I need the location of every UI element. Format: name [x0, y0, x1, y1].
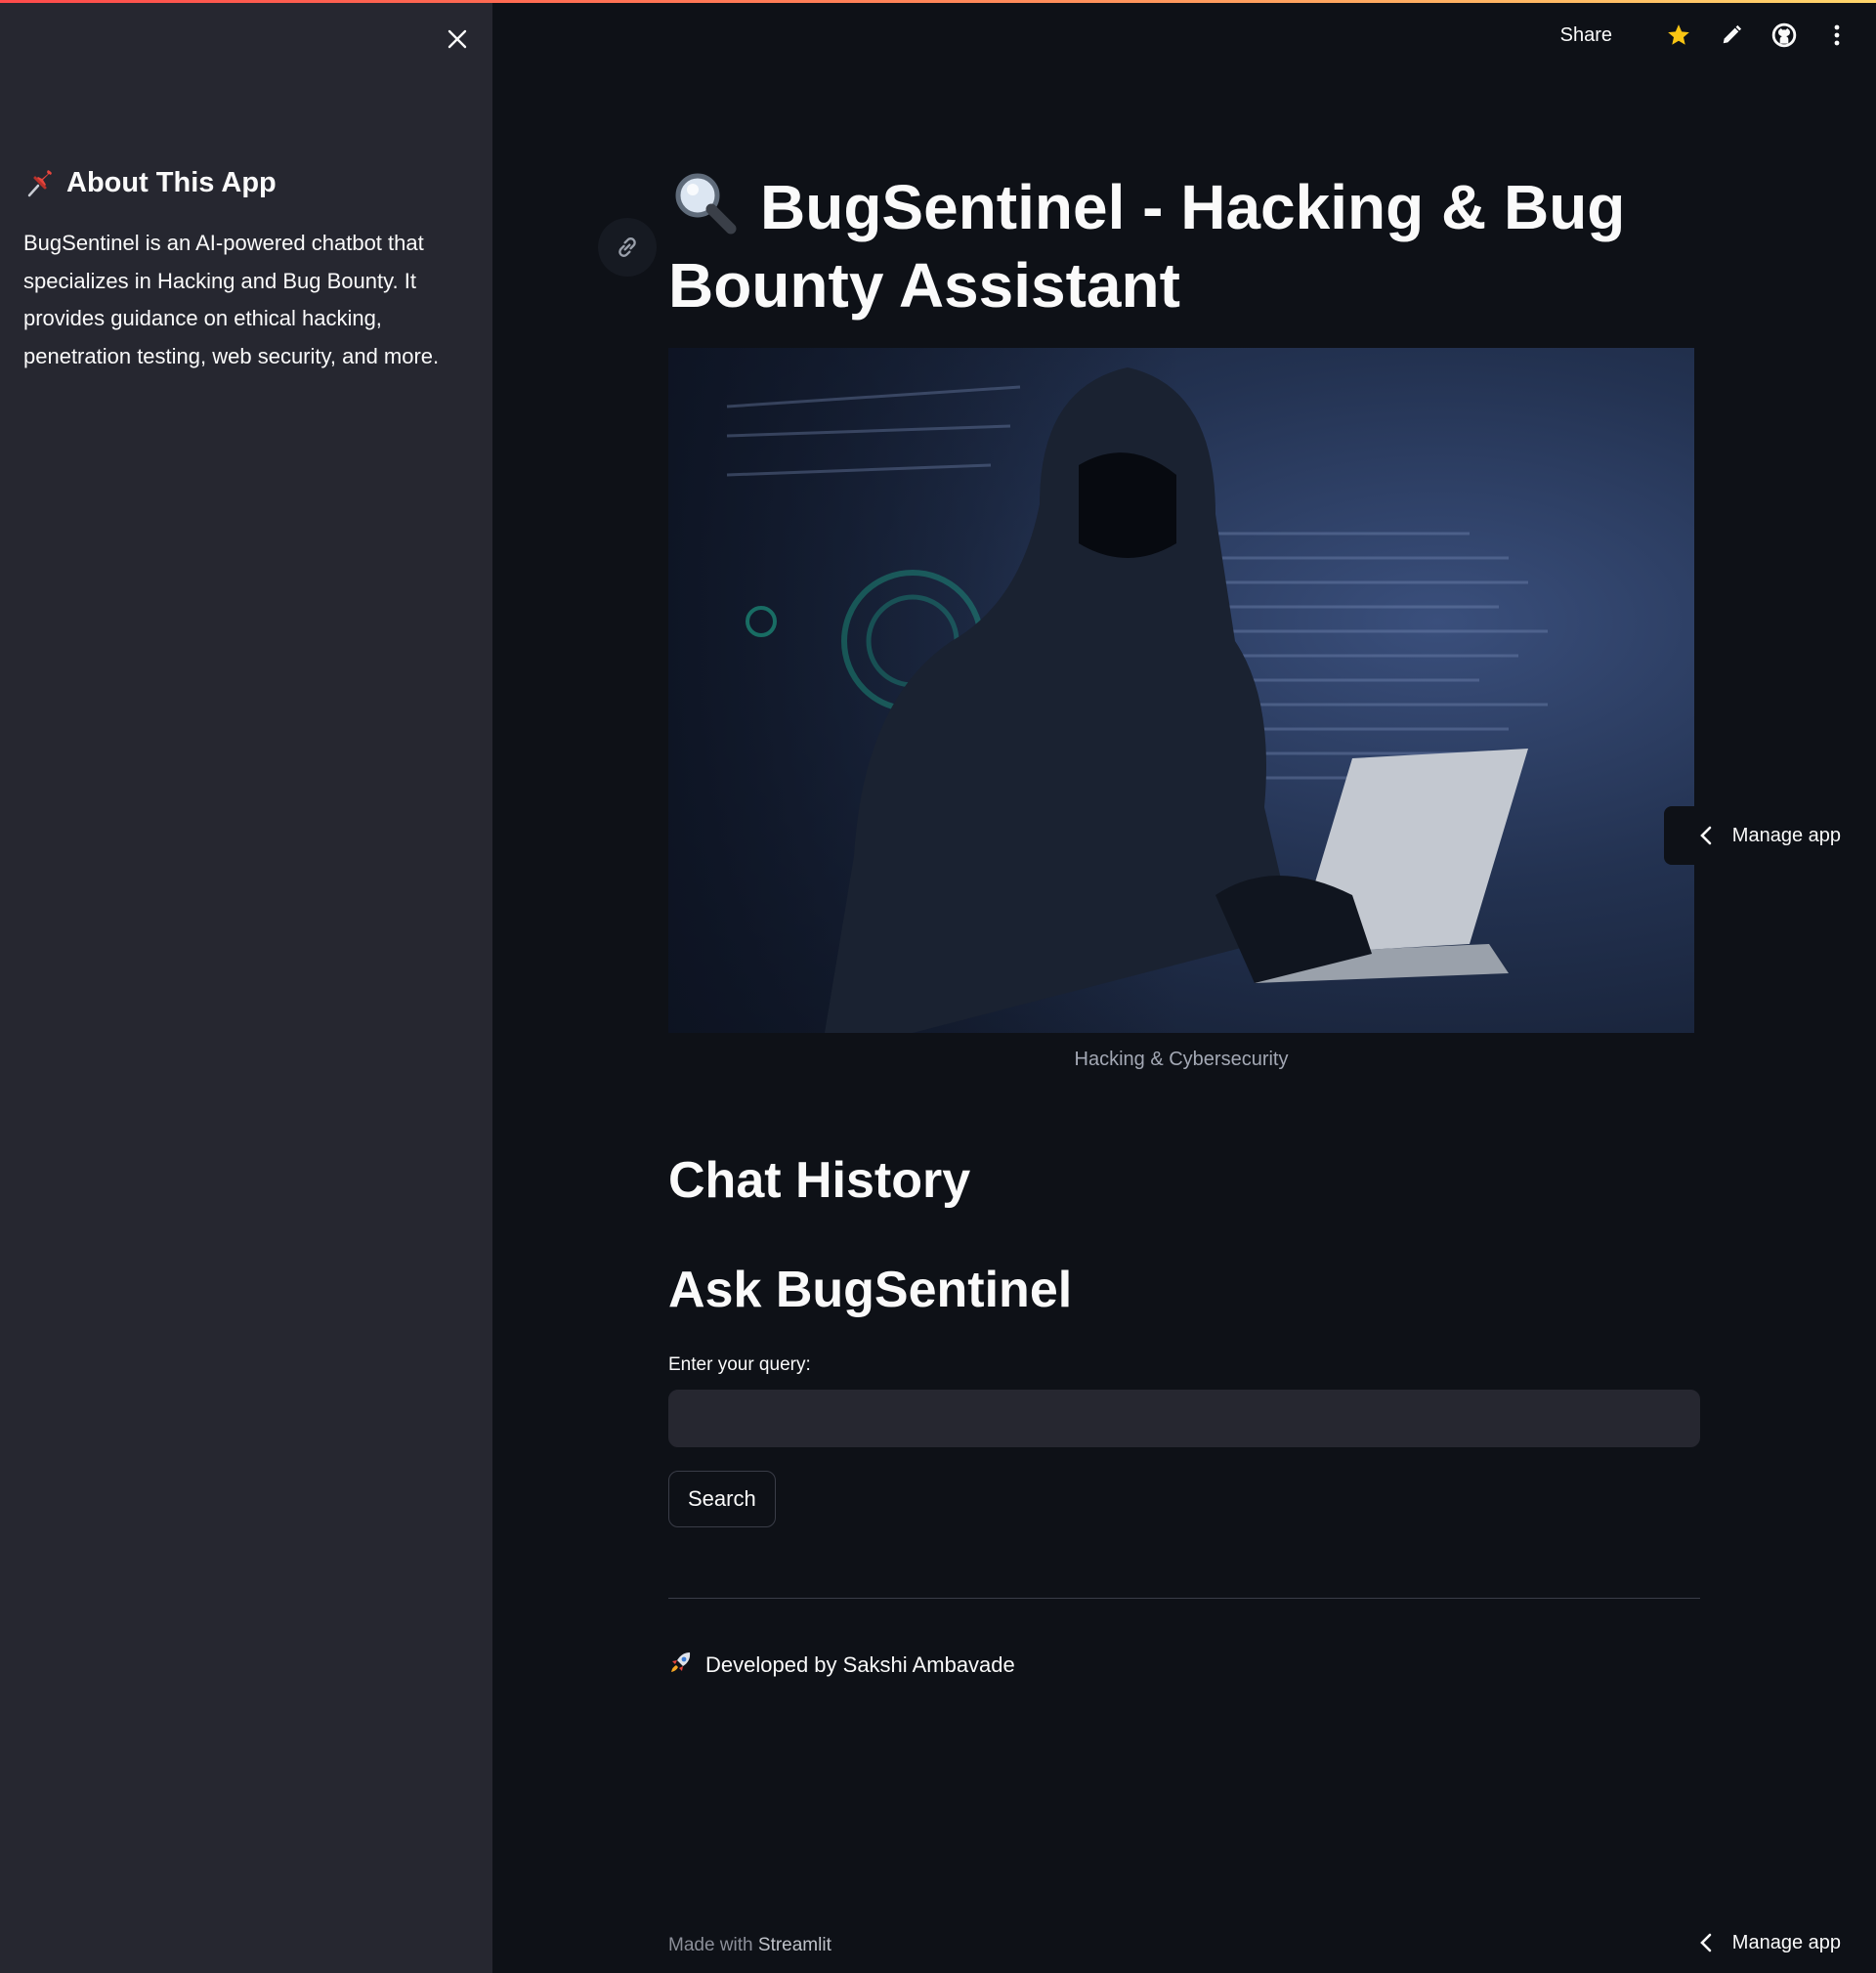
sidebar-title: About This App [66, 166, 277, 198]
close-icon [448, 29, 467, 49]
pushpin-icon [23, 166, 57, 199]
manage-app-label: Manage app [1731, 1931, 1841, 1953]
developer-credit: Developed by Sakshi Ambavade [668, 1650, 1015, 1681]
app-toolbar: Share [1560, 18, 1853, 53]
made-with-prefix: Made with [668, 1935, 753, 1955]
search-button[interactable]: Search [668, 1471, 776, 1527]
streamlit-brand: Streamlit [757, 1935, 831, 1955]
heading-anchor-link[interactable] [598, 218, 657, 277]
ask-heading: Ask BugSentinel [668, 1262, 1073, 1318]
share-button[interactable]: Share [1560, 24, 1612, 47]
star-icon[interactable] [1663, 20, 1694, 51]
sidebar-close-button[interactable] [442, 23, 473, 55]
chevron-left-icon [1699, 1933, 1712, 1952]
link-icon [618, 237, 636, 257]
sidebar-description: BugSentinel is an AI-powered chatbot tha… [23, 231, 440, 368]
chevron-left-icon [1699, 826, 1712, 845]
hero-image [668, 348, 1694, 1033]
more-vertical-icon[interactable] [1821, 20, 1853, 51]
divider [668, 1598, 1700, 1599]
hacker-illustration [668, 348, 1694, 1033]
query-input[interactable] [668, 1390, 1700, 1447]
magnifier-icon [668, 168, 743, 236]
top-accent-bar [0, 0, 1876, 3]
chat-history-heading: Chat History [668, 1152, 971, 1209]
page-title: BugSentinel - Hacking & Bug Bounty Assis… [668, 168, 1704, 324]
made-with-footer[interactable]: Made with Streamlit [668, 1935, 831, 1956]
pencil-icon[interactable] [1716, 20, 1747, 51]
credit-text: Developed by Sakshi Ambavade [705, 1652, 1015, 1677]
page-title-text: BugSentinel - Hacking & Bug Bounty Assis… [668, 172, 1626, 321]
manage-app-label: Manage app [1731, 824, 1841, 846]
manage-app-footer-button[interactable]: Manage app [1663, 1921, 1876, 1964]
rocket-icon [668, 1650, 694, 1681]
github-icon[interactable] [1769, 20, 1800, 51]
hero-image-caption: Hacking & Cybersecurity [1074, 1049, 1289, 1070]
sidebar-header: About This App [23, 166, 277, 199]
query-label: Enter your query: [668, 1354, 811, 1375]
manage-app-button[interactable]: Manage app [1663, 806, 1876, 865]
sidebar: About This App BugSentinel is an AI-powe… [0, 0, 492, 1973]
